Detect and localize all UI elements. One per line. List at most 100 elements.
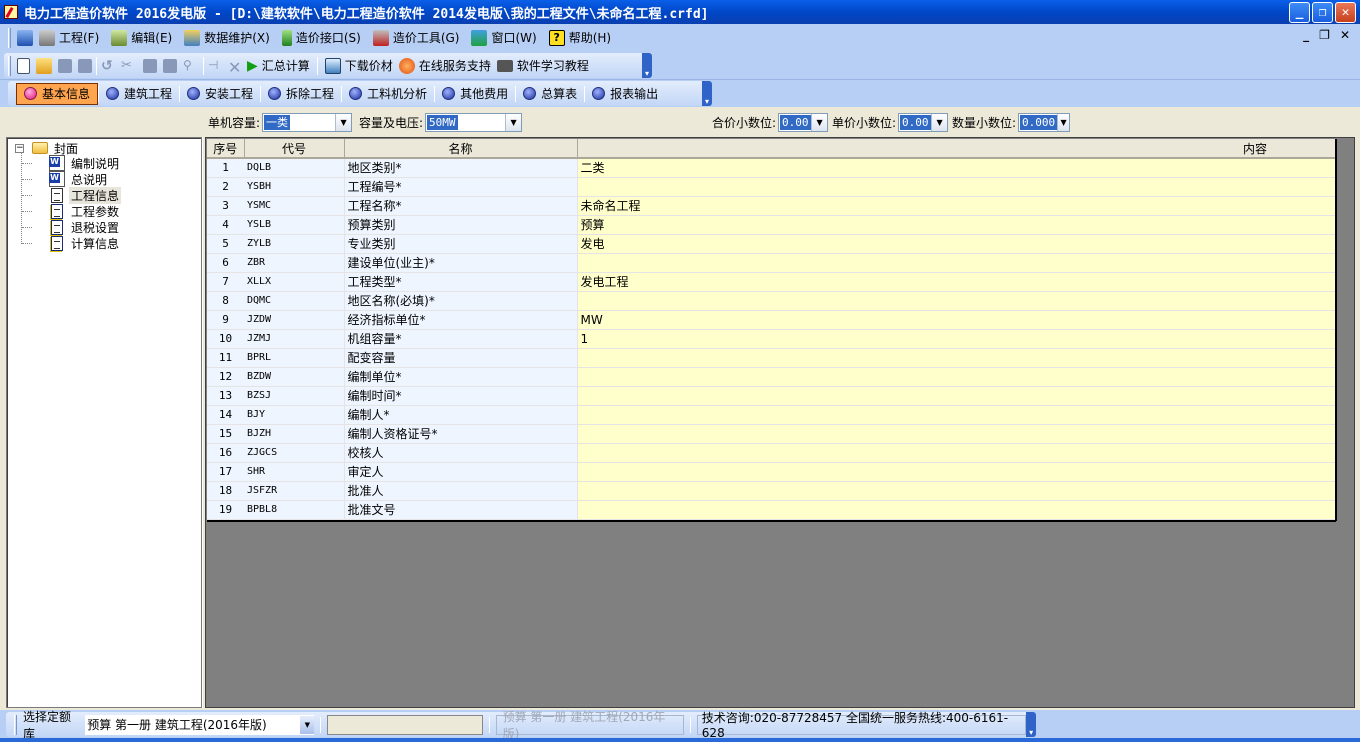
row-content-cell[interactable]	[577, 177, 1336, 197]
total-decimals-select[interactable]: 0.00 ▼	[778, 113, 829, 132]
download-prices-button[interactable]: 下载价材	[322, 55, 396, 77]
table-row[interactable]: 12 BZDW 编制单位*	[207, 367, 1336, 387]
row-content-cell[interactable]	[577, 405, 1336, 425]
row-content-cell[interactable]: 预算	[577, 215, 1336, 235]
table-row[interactable]: 8 DQMC 地区名称(必填)*	[207, 291, 1336, 311]
qty-decimals-select[interactable]: 0.000 ▼	[1018, 113, 1071, 132]
insert-icon[interactable]: ⊣	[208, 58, 224, 74]
new-file-icon[interactable]	[17, 57, 30, 74]
nav-installation[interactable]: 安装工程	[180, 83, 260, 105]
toolbar-overflow-button[interactable]: ▾	[642, 53, 652, 78]
row-content-cell[interactable]	[577, 462, 1336, 482]
paste-icon[interactable]	[163, 58, 177, 73]
online-support-button[interactable]: 在线服务支持	[396, 55, 494, 77]
row-content-cell[interactable]: 发电	[577, 234, 1336, 254]
table-row[interactable]: 2 YSBH 工程编号*	[207, 177, 1336, 197]
table-row[interactable]: 10 JZMJ 机组容量* 1	[207, 329, 1336, 349]
table-row[interactable]: 14 BJY 编制人*	[207, 405, 1336, 425]
find-icon[interactable]: ⚲	[183, 58, 199, 74]
tree-item-tax-refund[interactable]: 退税设置	[49, 219, 121, 235]
tree-item-project-info[interactable]: 工程信息	[49, 186, 122, 204]
row-content-cell[interactable]	[577, 386, 1336, 406]
mdi-close-button[interactable]: ✕	[1340, 28, 1350, 42]
table-row[interactable]: 15 BJZH 编制人资格证号*	[207, 424, 1336, 444]
calculate-button[interactable]: ▶ 汇总计算	[244, 55, 313, 77]
row-content-cell[interactable]	[577, 424, 1336, 444]
chevron-down-icon[interactable]: ▼	[811, 114, 828, 131]
save-icon[interactable]	[58, 58, 72, 73]
col-header-name[interactable]: 名称	[344, 139, 578, 159]
copy-icon[interactable]	[143, 58, 157, 73]
menubar-grip[interactable]	[8, 27, 11, 48]
menu-project[interactable]: 工程(F)	[33, 27, 105, 49]
navbar-overflow-button[interactable]: ▾	[702, 81, 712, 106]
save-as-icon[interactable]	[78, 58, 92, 73]
tree-item-compilation-notes[interactable]: 编制说明	[49, 155, 121, 171]
menu-tools[interactable]: 造价工具(G)	[367, 27, 466, 49]
delete-icon[interactable]: ✕	[228, 58, 244, 77]
tree-item-calc-info[interactable]: 计算信息	[49, 235, 121, 251]
row-content-cell[interactable]: 未命名工程	[577, 196, 1336, 216]
table-row[interactable]: 19 BPBL8 批准文号	[207, 500, 1336, 520]
table-row[interactable]: 4 YSLB 预算类别 预算	[207, 215, 1336, 235]
tutorial-button[interactable]: 软件学习教程	[494, 55, 592, 77]
nav-report-output[interactable]: 报表输出	[585, 83, 665, 105]
table-row[interactable]: 16 ZJGCS 校核人	[207, 443, 1336, 463]
row-content-cell[interactable]: 1	[577, 329, 1336, 349]
cut-icon[interactable]: ✂	[121, 58, 137, 74]
unit-decimals-select[interactable]: 0.00 ▼	[898, 113, 949, 132]
minimize-button[interactable]: _	[1289, 2, 1310, 23]
statusbar-grip[interactable]	[14, 714, 17, 735]
row-content-cell[interactable]: MW	[577, 310, 1336, 330]
col-header-content[interactable]: 内容	[577, 139, 1336, 159]
chevron-down-icon[interactable]: ▼	[505, 114, 522, 131]
table-row[interactable]: 18 JSFZR 批准人	[207, 481, 1336, 501]
mdi-minimize-button[interactable]: _	[1303, 28, 1309, 42]
tree-item-general-notes[interactable]: 总说明	[49, 171, 109, 187]
close-button[interactable]: ✕	[1335, 2, 1356, 23]
capacity-voltage-select[interactable]: 50MW ▼	[425, 113, 523, 132]
nav-summary[interactable]: 总算表	[516, 83, 584, 105]
table-row[interactable]: 13 BZSJ 编制时间*	[207, 386, 1336, 406]
table-row[interactable]: 1 DQLB 地区类别* 二类	[207, 158, 1336, 178]
table-row[interactable]: 17 SHR 审定人	[207, 462, 1336, 482]
row-content-cell[interactable]: 发电工程	[577, 272, 1336, 292]
row-content-cell[interactable]	[577, 367, 1336, 387]
database-icon[interactable]	[17, 29, 33, 46]
nav-other-costs[interactable]: 其他费用	[435, 83, 515, 105]
menu-window[interactable]: 窗口(W)	[465, 27, 542, 49]
unit-capacity-select[interactable]: 一类 ▼	[262, 113, 353, 132]
nav-material-analysis[interactable]: 工料机分析	[342, 83, 434, 105]
status-input[interactable]	[327, 714, 483, 735]
statusbar-overflow-button[interactable]: ▾	[1026, 712, 1036, 737]
table-row[interactable]: 11 BPRL 配变容量	[207, 348, 1336, 368]
chevron-down-icon[interactable]: ▼	[300, 715, 315, 734]
toolbar-grip[interactable]	[8, 55, 11, 76]
table-row[interactable]: 5 ZYLB 专业类别 发电	[207, 234, 1336, 254]
col-header-index[interactable]: 序号	[207, 139, 245, 159]
tree-item-project-params[interactable]: 工程参数	[49, 203, 121, 219]
table-row[interactable]: 9 JZDW 经济指标单位* MW	[207, 310, 1336, 330]
row-content-cell[interactable]	[577, 348, 1336, 368]
table-row[interactable]: 3 YSMC 工程名称* 未命名工程	[207, 196, 1336, 216]
col-header-code[interactable]: 代号	[244, 139, 345, 159]
chevron-down-icon[interactable]: ▼	[1057, 114, 1070, 131]
chevron-down-icon[interactable]: ▼	[931, 114, 948, 131]
collapse-icon[interactable]: −	[15, 143, 24, 153]
open-folder-icon[interactable]	[36, 57, 52, 74]
nav-basic-info[interactable]: 基本信息	[16, 82, 99, 105]
table-row[interactable]: 7 XLLX 工程类型* 发电工程	[207, 272, 1336, 292]
row-content-cell[interactable]	[577, 253, 1336, 273]
quota-library-select[interactable]: 预算 第一册 建筑工程(2016年版) ▼	[85, 714, 315, 735]
menu-data-maintenance[interactable]: 数据维护(X)	[178, 27, 276, 49]
restore-button[interactable]: ❐	[1312, 2, 1333, 23]
menu-help[interactable]: ? 帮助(H)	[543, 27, 617, 49]
row-content-cell[interactable]	[577, 443, 1336, 463]
row-content-cell[interactable]	[577, 481, 1336, 501]
row-content-cell[interactable]	[577, 291, 1336, 311]
nav-demolition[interactable]: 拆除工程	[261, 83, 341, 105]
nav-construction[interactable]: 建筑工程	[99, 83, 179, 105]
table-row[interactable]: 6 ZBR 建设单位(业主)*	[207, 253, 1336, 273]
menu-edit[interactable]: 编辑(E)	[105, 27, 178, 49]
menu-interface[interactable]: 造价接口(S)	[276, 27, 367, 49]
